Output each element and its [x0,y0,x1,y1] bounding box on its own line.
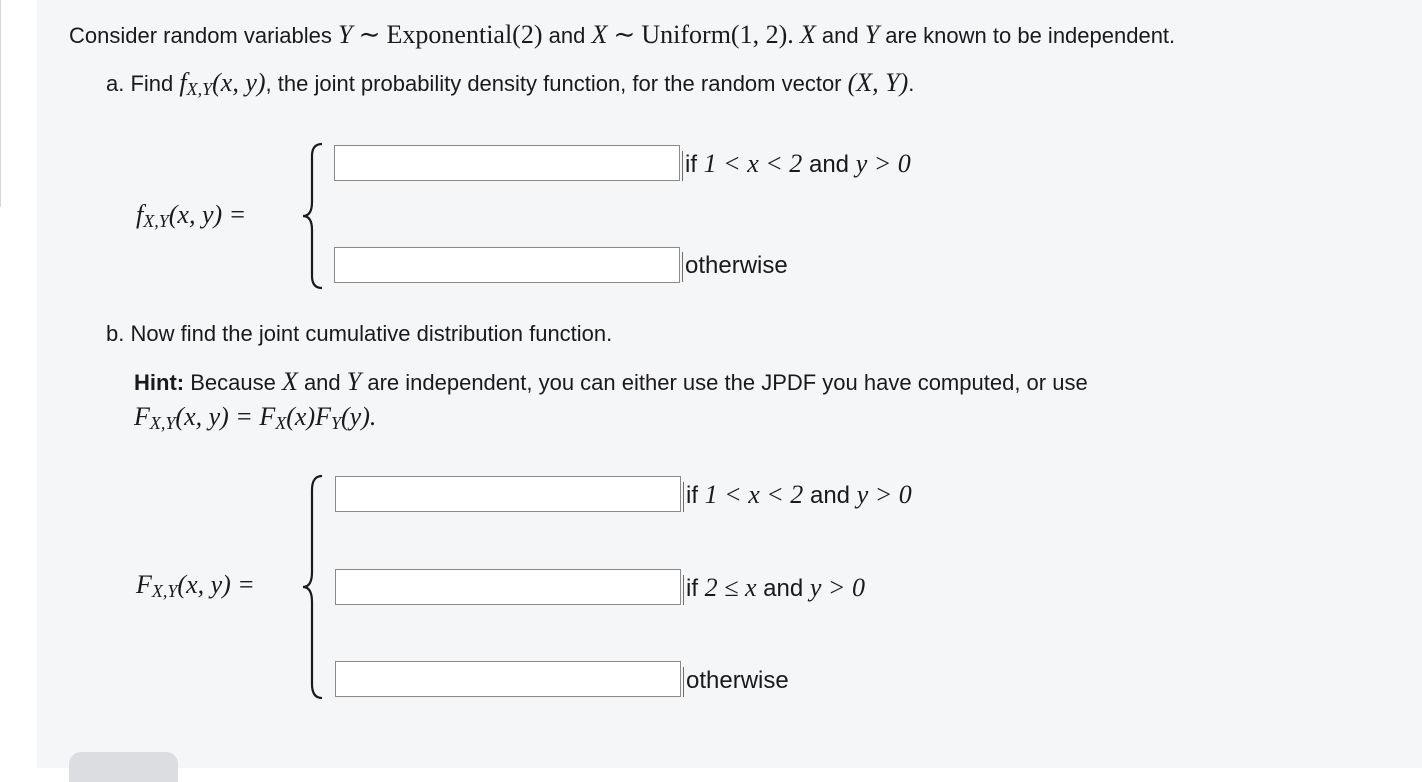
F-args-equals: (x, y) = [177,570,255,599]
left-divider [0,0,1,207]
x-range: 2 ≤ x [704,573,757,602]
sim-symbol: ∼ [613,20,636,49]
jcdf-case2-input[interactable] [335,569,681,605]
jcdf-case3-input[interactable] [335,661,681,697]
part-a-text: , the joint probability density function… [265,71,848,96]
and-text: and [542,23,592,48]
jcdf-case1-condition: if 1 < x < 2 and y > 0 [683,480,912,512]
exponential-dist: Exponential(2) [386,20,543,49]
sim-symbol: ∼ [358,20,381,49]
f-subscript: X,Y [186,79,213,99]
jpdf-case2-input[interactable] [334,247,680,283]
jpdf-lhs: fX,Y(x, y) = [136,200,246,234]
hint-text: Because [184,370,282,395]
intro-text-end: are known to be independent. [879,23,1176,48]
part-a-heading: a. Find fX,Y(x, y), the joint probabilit… [106,68,915,99]
F-subscript: X,Y [151,581,178,601]
var-x: X [281,367,298,396]
left-brace-icon [302,474,323,700]
hint-text-end: are independent, you can either use the … [361,370,1088,395]
F-subscript: X,Y [149,413,176,433]
otherwise-text: otherwise [686,667,789,694]
jcdf-case3-condition: otherwise [683,666,789,697]
problem-statement: Consider random variables Y ∼ Exponentia… [69,21,1175,50]
F-args: (x, y) = [175,402,260,431]
F-symbol: F [315,402,331,431]
part-a-prefix: a. Find [106,71,180,96]
var-x: X [799,20,816,49]
period: . [908,71,915,96]
and-text: and [802,151,856,178]
jpdf-case2-condition: otherwise [682,251,788,282]
and-text: and [803,482,857,509]
intro-text: Consider random variables [69,23,339,48]
otherwise-text: otherwise [685,252,788,279]
random-vector: (X, Y) [847,68,909,97]
condition-separator [683,666,684,697]
if-text: if [686,575,705,602]
condition-separator [683,574,684,605]
condition-separator [682,251,683,282]
var-y: Y [338,20,353,49]
var-y: Y [346,367,362,396]
f-subscript: X,Y [143,211,169,231]
left-brace-icon [302,142,323,290]
y-range: y > 0 [855,149,911,178]
if-text: if [686,482,705,509]
F-symbol: F [259,402,276,431]
hint-formula: FX,Y(x, y) = FX(x)FY(y). [134,402,377,433]
y-range: y > 0 [809,573,865,602]
and-text: and [297,370,347,395]
uniform-dist: Uniform(1, 2). [641,20,794,49]
F-symbol: F [136,570,152,599]
F-subscript: Y [331,413,342,433]
F-symbol: F [134,402,150,431]
f-symbol: f [179,68,187,97]
F-args: (x) [286,402,316,431]
var-y: Y [864,20,880,49]
y-range: y > 0 [856,480,912,509]
jpdf-case1-input[interactable] [334,145,680,181]
and-text: and [815,23,865,48]
condition-separator [683,481,684,512]
x-range: 1 < x < 2 [704,480,804,509]
jcdf-case2-condition: if 2 ≤ x and y > 0 [683,573,865,605]
hint-line-1: Hint: Because X and Y are independent, y… [134,368,1088,397]
F-args: (y). [341,402,377,431]
F-subscript: X [275,413,287,433]
jcdf-case1-input[interactable] [335,476,681,512]
jpdf-case1-condition: if 1 < x < 2 and y > 0 [682,149,911,181]
part-b-text: b. Now find the joint cumulative distrib… [106,321,613,346]
f-args-equals: (x, y) = [168,200,247,229]
jcdf-lhs: FX,Y(x, y) = [136,570,255,604]
submit-button[interactable] [69,752,178,782]
condition-separator [682,150,683,181]
part-b-heading: b. Now find the joint cumulative distrib… [106,320,612,348]
f-args: (x, y) [212,68,266,97]
hint-label: Hint: [134,370,185,395]
and-text: and [756,575,810,602]
var-x: X [591,20,608,49]
x-range: 1 < x < 2 [703,149,803,178]
if-text: if [685,151,704,178]
